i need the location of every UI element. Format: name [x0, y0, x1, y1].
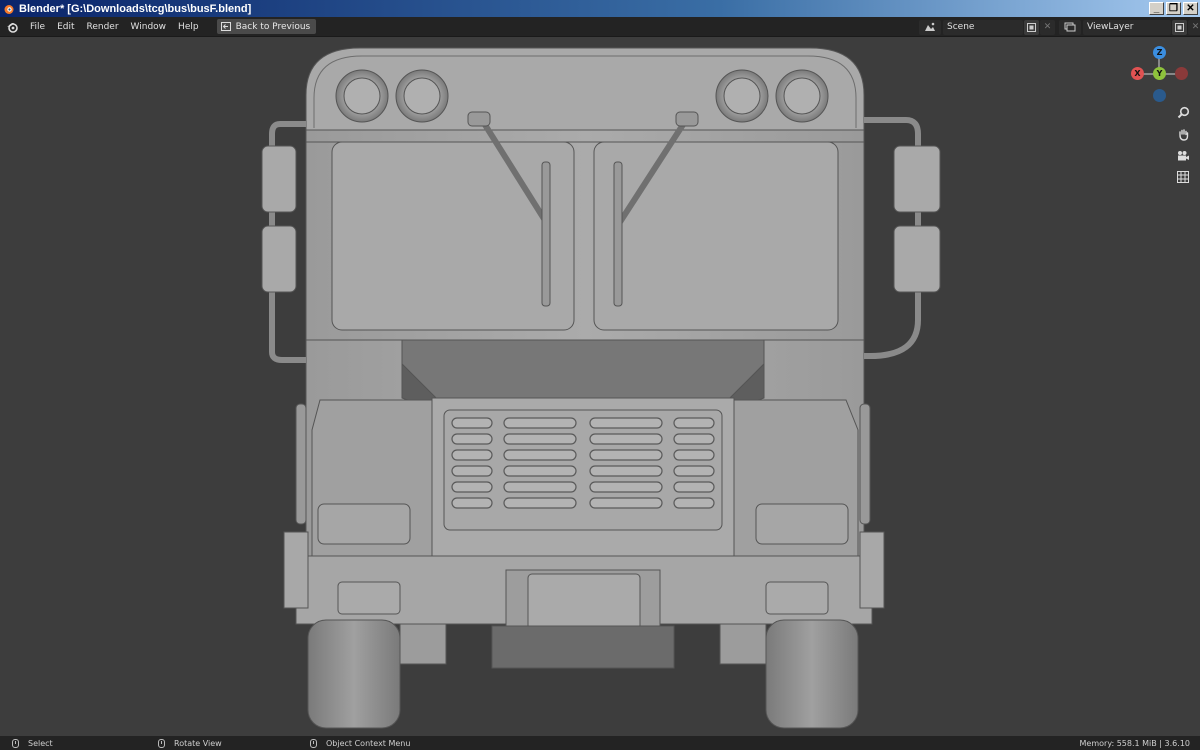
- blender-app-icon: [2, 2, 16, 16]
- grille-slot: [503, 417, 577, 429]
- grille-slot: [451, 433, 493, 445]
- grille-slot: [451, 465, 493, 477]
- menu-edit[interactable]: Edit: [51, 17, 80, 37]
- status-context-menu-label: Object Context Menu: [326, 738, 411, 748]
- grille-slot: [451, 417, 493, 429]
- mouse-left-icon: [12, 738, 19, 748]
- view-layer-icon[interactable]: [1059, 19, 1081, 35]
- grille-slot: [673, 417, 715, 429]
- 3d-viewport[interactable]: Z Y X: [0, 38, 1200, 736]
- hand-icon[interactable]: [1173, 124, 1193, 144]
- grid-icon[interactable]: [1173, 167, 1193, 187]
- scene-name-field[interactable]: Scene: [943, 19, 1023, 35]
- grille-slot: [589, 465, 663, 477]
- back-to-previous-button[interactable]: Back to Previous: [216, 19, 317, 34]
- grille-slot: [589, 417, 663, 429]
- grille-slot: [589, 449, 663, 461]
- grille-slot: [589, 497, 663, 509]
- grille-slot: [503, 481, 577, 493]
- grille-slot: [503, 497, 577, 509]
- memory-readout: Memory: 558.1 MiB | 3.6.10: [1079, 738, 1190, 748]
- scene-selector: Scene ✕: [918, 19, 1055, 35]
- back-to-previous-label: Back to Previous: [235, 21, 311, 32]
- axis-neg-z-handle[interactable]: [1153, 89, 1166, 102]
- axis-y-handle[interactable]: Y: [1153, 67, 1166, 80]
- menu-render[interactable]: Render: [81, 17, 125, 37]
- blender-logo-icon[interactable]: [0, 17, 24, 37]
- status-bar: Select Rotate View Object Context Menu M…: [0, 736, 1200, 750]
- grille-slot: [673, 497, 715, 509]
- window-title-bar: Blender* [G:\Downloads\tcg\bus\busF.blen…: [0, 0, 1200, 17]
- axis-z-handle[interactable]: Z: [1153, 46, 1166, 59]
- new-view-layer-icon[interactable]: [1172, 19, 1187, 35]
- grille-slot: [673, 433, 715, 445]
- status-rotate-label: Rotate View: [174, 738, 222, 748]
- new-scene-icon[interactable]: [1024, 19, 1039, 35]
- view-layer-name-field[interactable]: ViewLayer: [1083, 19, 1171, 35]
- minimize-button[interactable]: _: [1149, 2, 1164, 15]
- back-icon: [220, 22, 231, 31]
- menu-help[interactable]: Help: [172, 17, 205, 37]
- axis-x-handle[interactable]: X: [1131, 67, 1144, 80]
- grille-slot: [673, 449, 715, 461]
- status-rotate: Rotate View: [158, 738, 222, 748]
- scene-name: Scene: [947, 22, 975, 32]
- close-window-button[interactable]: ✕: [1183, 2, 1198, 15]
- close-scene-icon[interactable]: ✕: [1040, 19, 1055, 35]
- grille-slot: [451, 497, 493, 509]
- axis-neg-x-handle[interactable]: [1175, 67, 1188, 80]
- scene-icon[interactable]: [919, 19, 941, 35]
- grille-slot: [451, 481, 493, 493]
- grille-slot: [503, 465, 577, 477]
- mouse-middle-icon: [158, 738, 165, 748]
- restore-button[interactable]: ❐: [1166, 2, 1181, 15]
- grille-slot: [589, 481, 663, 493]
- close-view-layer-icon[interactable]: ✕: [1188, 19, 1200, 35]
- bus-model-render: [261, 47, 941, 729]
- view-layer-selector: ViewLayer ✕: [1058, 19, 1200, 35]
- grille-slot: [589, 433, 663, 445]
- menu-window[interactable]: Window: [125, 17, 173, 37]
- grille-slot: [503, 449, 577, 461]
- view-layer-name: ViewLayer: [1087, 22, 1134, 32]
- grille-slot: [673, 465, 715, 477]
- top-bar: File Edit Render Window Help Back to Pre…: [0, 17, 1200, 37]
- zoom-icon[interactable]: [1173, 102, 1193, 122]
- status-select: Select: [12, 738, 53, 748]
- menu-file[interactable]: File: [24, 17, 51, 37]
- grille-slot: [673, 481, 715, 493]
- navigation-gizmo[interactable]: Z Y X: [1128, 46, 1190, 102]
- grille-slot: [451, 449, 493, 461]
- mouse-right-icon: [310, 738, 317, 748]
- status-context-menu: Object Context Menu: [310, 738, 411, 748]
- grille-slot: [503, 433, 577, 445]
- window-title: Blender* [G:\Downloads\tcg\bus\busF.blen…: [19, 2, 252, 15]
- status-select-label: Select: [28, 738, 53, 748]
- camera-icon[interactable]: [1173, 146, 1193, 166]
